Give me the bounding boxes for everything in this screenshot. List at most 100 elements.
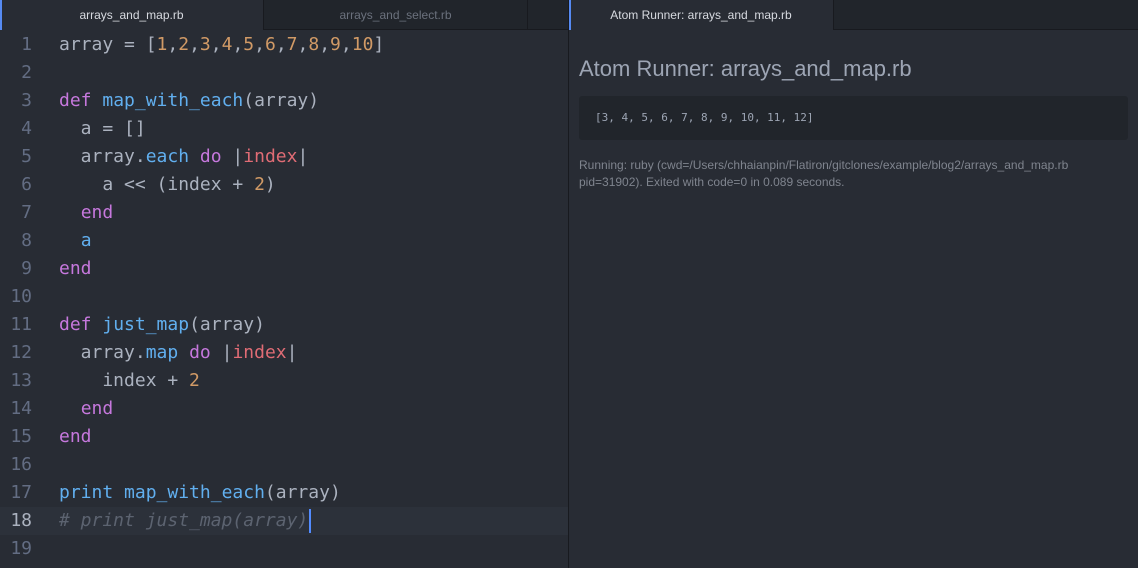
code-token: index xyxy=(243,146,298,167)
runner-status-line-2: pid=31902). Exited with code=0 in 0.089 … xyxy=(579,175,845,189)
code-text: end xyxy=(59,255,92,283)
code-token: end xyxy=(59,426,92,447)
code-token: print xyxy=(59,482,114,503)
code-token: , xyxy=(167,34,179,55)
code-token: , xyxy=(275,34,287,55)
code-token: | xyxy=(210,342,233,363)
code-text: def just_map(array) xyxy=(59,311,265,339)
code-token: 2 xyxy=(189,370,200,391)
code-line[interactable]: 11 def just_map(array) xyxy=(0,311,568,339)
code-token: , xyxy=(319,34,331,55)
code-text: a xyxy=(59,227,92,255)
line-number: 9 xyxy=(21,258,32,279)
code-token: array. xyxy=(59,342,146,363)
code-token: end xyxy=(80,398,114,419)
code-token: ] xyxy=(373,34,385,55)
runner-status: Running: ruby (cwd=/Users/chhaianpin/Fla… xyxy=(579,157,1128,191)
line-number: 6 xyxy=(21,174,32,195)
runner-tab-bar: Atom Runner: arrays_and_map.rb xyxy=(569,0,1138,30)
code-token: (array) xyxy=(264,482,341,503)
runner-title: Atom Runner: arrays_and_map.rb xyxy=(579,56,912,81)
code-text: # print just_map(array) xyxy=(59,507,312,535)
code-token: a = [] xyxy=(59,118,146,139)
code-line[interactable]: 4 a = [] xyxy=(0,115,568,143)
code-token: , xyxy=(210,34,222,55)
code-token: , xyxy=(340,34,352,55)
editor-pane[interactable]: arrays_and_map.rb arrays_and_select.rb 1… xyxy=(0,0,568,568)
code-token: 8 xyxy=(308,34,320,55)
code-line[interactable]: 7 end xyxy=(0,199,568,227)
line-number: 4 xyxy=(21,118,32,139)
tab-arrays-and-map[interactable]: arrays_and_map.rb xyxy=(0,0,264,30)
code-token: 2 xyxy=(178,34,190,55)
code-text: end xyxy=(59,395,114,423)
line-number: 16 xyxy=(10,454,32,475)
code-token: 4 xyxy=(221,34,233,55)
code-token: map_with_each xyxy=(102,90,244,111)
code-token: | xyxy=(297,146,309,167)
code-line[interactable]: 18 # print just_map(array) xyxy=(0,507,568,535)
code-token: (array) xyxy=(243,90,320,111)
code-line[interactable]: 15 end xyxy=(0,423,568,451)
code-token: a << (index + xyxy=(59,174,255,195)
code-token: def xyxy=(59,314,92,335)
code-token: just_map xyxy=(102,314,190,335)
code-editor[interactable]: 1 array = [1,2,3,4,5,6,7,8,9,10] 2 3 def map… xyxy=(0,30,568,568)
code-line[interactable]: 17 print map_with_each(array) xyxy=(0,479,568,507)
code-token: map_with_each xyxy=(124,482,265,503)
code-token: a xyxy=(80,230,92,251)
line-number: 7 xyxy=(21,202,32,223)
code-line[interactable]: 16 xyxy=(0,451,568,479)
line-number: 8 xyxy=(21,230,32,251)
code-text: index + 2 xyxy=(59,367,200,395)
code-line[interactable]: 5 array.each do |index| xyxy=(0,143,568,171)
code-token: each xyxy=(145,146,190,167)
code-line[interactable]: 9 end xyxy=(0,255,568,283)
line-number: 1 xyxy=(21,34,32,55)
text-cursor xyxy=(309,509,312,533)
code-text: a << (index + 2) xyxy=(59,171,276,199)
code-token: 2 xyxy=(254,174,265,195)
code-token: (array) xyxy=(189,314,265,335)
code-token: | xyxy=(221,146,244,167)
code-line[interactable]: 12 array.map do |index| xyxy=(0,339,568,367)
runner-pane: Atom Runner: arrays_and_map.rb Atom Runn… xyxy=(568,0,1138,568)
line-number: 14 xyxy=(10,398,32,419)
code-token: array. xyxy=(59,146,146,167)
code-text: def map_with_each(array) xyxy=(59,87,319,115)
tab-atom-runner[interactable]: Atom Runner: arrays_and_map.rb xyxy=(569,0,834,30)
code-line[interactable]: 3 def map_with_each(array) xyxy=(0,87,568,115)
line-number: 12 xyxy=(10,342,32,363)
code-token: # print just_map(array) xyxy=(59,510,309,531)
code-token: do xyxy=(199,146,222,167)
code-line[interactable]: 19 xyxy=(0,535,568,563)
code-token: 6 xyxy=(264,34,276,55)
code-line[interactable]: 2 xyxy=(0,59,568,87)
code-token: index + xyxy=(59,370,190,391)
code-line[interactable]: 14 end xyxy=(0,395,568,423)
code-token: 1 xyxy=(156,34,168,55)
code-line[interactable]: 1 array = [1,2,3,4,5,6,7,8,9,10] xyxy=(0,31,568,59)
code-line[interactable]: 10 xyxy=(0,283,568,311)
line-number: 3 xyxy=(21,90,32,111)
code-line[interactable]: 6 a << (index + 2) xyxy=(0,171,568,199)
code-line[interactable]: 13 index + 2 xyxy=(0,367,568,395)
code-token: , xyxy=(254,34,265,55)
code-token: do xyxy=(189,342,211,363)
code-line[interactable]: 8 a xyxy=(0,227,568,255)
line-number: 2 xyxy=(21,62,32,83)
line-number: 17 xyxy=(10,482,32,503)
tab-arrays-and-select[interactable]: arrays_and_select.rb xyxy=(264,0,528,30)
code-token: ) xyxy=(264,174,276,195)
line-number: 15 xyxy=(10,426,32,447)
line-number: 13 xyxy=(10,370,32,391)
code-token: end xyxy=(59,258,92,279)
line-number: 11 xyxy=(10,314,32,335)
